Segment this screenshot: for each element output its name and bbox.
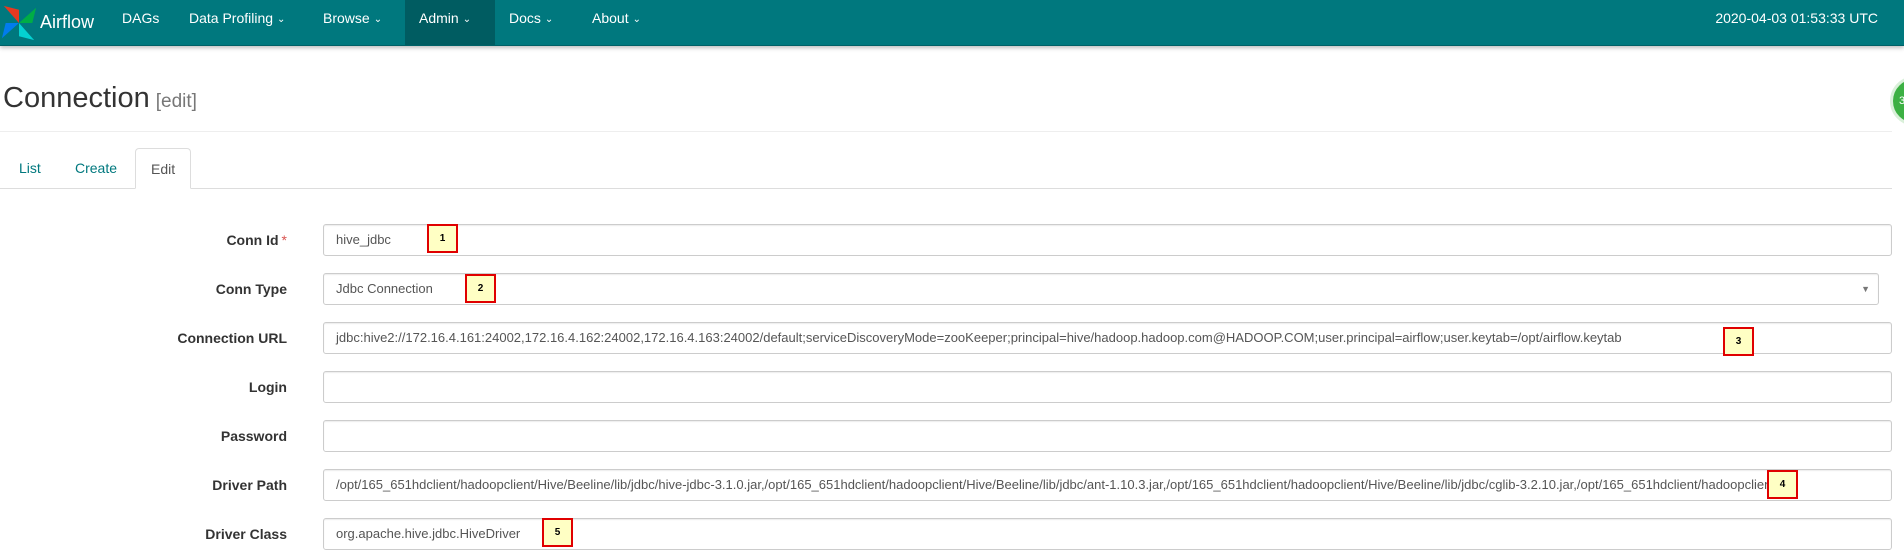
annotation-marker-1: 1 [427, 224, 458, 253]
conn-type-label: Conn Type [215, 281, 287, 297]
conn-type-value: Jdbc Connection [336, 281, 433, 296]
nav-about-label: About [592, 10, 629, 26]
nav-browse[interactable]: Browse ⌄ [309, 0, 396, 45]
nav-about[interactable]: About ⌄ [578, 0, 655, 45]
tab-bar: List Create Edit [0, 148, 1892, 189]
annotation-marker-4: 4 [1767, 470, 1798, 499]
password-label: Password [220, 428, 287, 444]
connection-url-input[interactable]: jdbc:hive2://172.16.4.161:24002,172.16.4… [323, 322, 1892, 354]
required-asterisk: * [281, 232, 287, 248]
conn-type-select[interactable]: Jdbc Connection ▼ [323, 273, 1879, 305]
annotation-marker-5: 5 [542, 518, 573, 547]
tab-edit[interactable]: Edit [135, 148, 192, 189]
nav-data-profiling-label: Data Profiling [189, 10, 274, 26]
nav-docs[interactable]: Docs ⌄ [495, 0, 567, 45]
driver-path-label: Driver Path [212, 477, 287, 493]
conn-id-label: Conn Id * [0, 232, 287, 248]
conn-id-input[interactable]: hive_jdbc [323, 224, 1892, 256]
password-input[interactable] [323, 420, 1892, 452]
nav-browse-label: Browse [323, 10, 370, 26]
tab-create[interactable]: Create [70, 148, 122, 188]
server-clock: 2020-04-03 01:53:33 UTC [1715, 10, 1878, 26]
nav-admin[interactable]: Admin ⌄ [405, 0, 495, 45]
floating-status-badge[interactable]: 33 [1890, 76, 1904, 126]
chevron-down-icon: ⌄ [373, 14, 383, 25]
chevron-down-icon: ⌄ [277, 14, 286, 25]
dropdown-arrow-icon: ▼ [1861, 284, 1870, 294]
conn-id-label-text: Conn Id [226, 232, 279, 248]
chevron-down-icon: ⌄ [632, 14, 641, 25]
annotation-marker-3: 3 [1723, 327, 1754, 356]
nav-dags-label: DAGs [122, 10, 160, 26]
connection-url-label: Connection URL [177, 330, 287, 346]
login-input[interactable] [323, 371, 1892, 403]
nav-data-profiling[interactable]: Data Profiling ⌄ [175, 0, 299, 45]
annotation-marker-2: 2 [465, 274, 496, 303]
login-label: Login [248, 379, 287, 395]
nav-dags[interactable]: DAGs [108, 0, 173, 45]
brand-name: Airflow [40, 12, 95, 32]
chevron-down-icon: ⌄ [544, 14, 554, 25]
brand-logo-link[interactable]: Airflow [0, 0, 94, 45]
page-title-text: Connection [3, 82, 150, 114]
tab-list[interactable]: List [14, 148, 46, 188]
driver-class-label: Driver Class [205, 526, 287, 542]
nav-admin-label: Admin [419, 10, 459, 26]
driver-path-input[interactable]: /opt/165_651hdclient/hadoopclient/Hive/B… [323, 469, 1892, 501]
header-divider [0, 131, 1892, 132]
chevron-down-icon: ⌄ [462, 14, 472, 25]
page-title: Connection [edit] [3, 82, 197, 115]
nav-docs-label: Docs [509, 10, 541, 26]
page-subtitle: [edit] [155, 91, 197, 112]
airflow-pinwheel-icon [1, 5, 37, 40]
top-navbar: Airflow DAGs Data Profiling ⌄ Browse ⌄ Adm… [0, 0, 1904, 46]
